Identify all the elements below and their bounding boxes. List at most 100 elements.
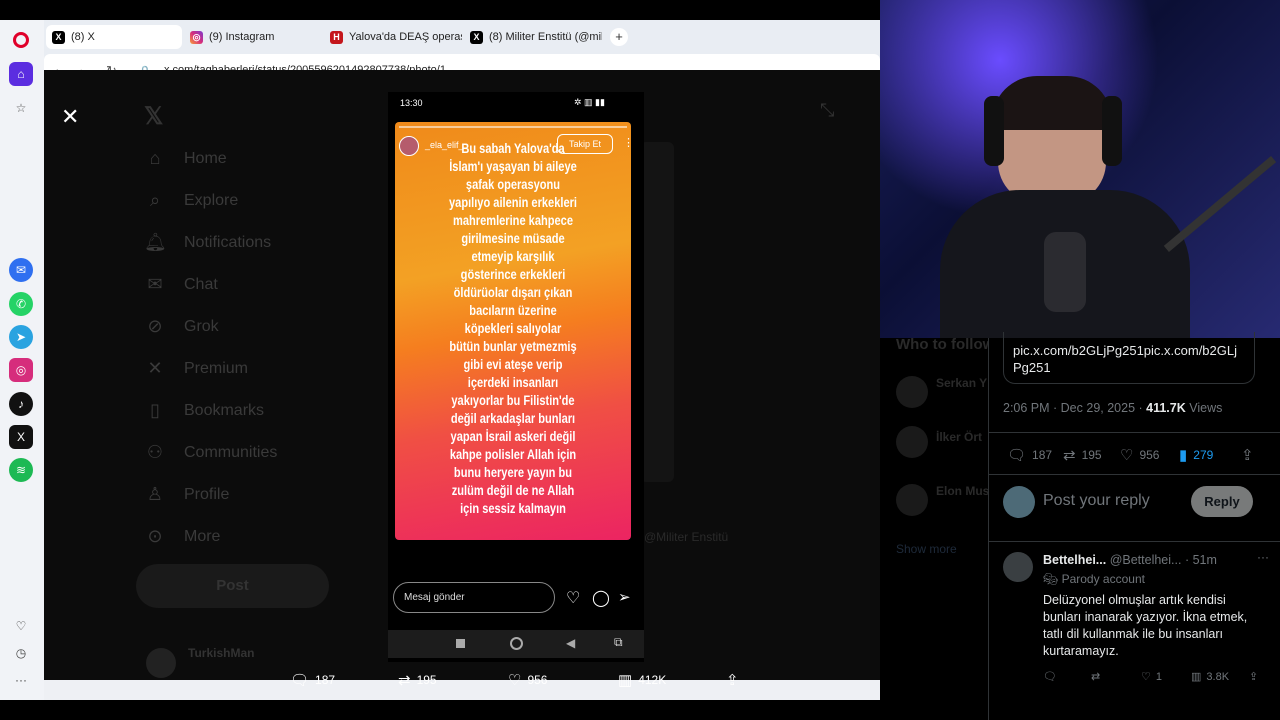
reply-input[interactable]: Post your reply [1043, 492, 1150, 510]
follow-suggestion-name[interactable]: Elon Mus [936, 484, 989, 498]
whatsapp-icon[interactable]: ✆ [9, 292, 33, 316]
kebab-menu-icon[interactable]: ⋮ [623, 136, 634, 149]
nav-notifications[interactable]: 🔔︎ Notifications [144, 232, 271, 253]
avatar[interactable] [896, 376, 928, 408]
reply-author-name[interactable]: Bettelhei... [1043, 553, 1106, 567]
avatar[interactable] [1003, 486, 1035, 518]
heart-icon: ♡ [1141, 671, 1151, 683]
reply-reply-stat[interactable]: 🗨︎ [1043, 670, 1057, 683]
telegram-icon[interactable]: ➤ [9, 325, 33, 349]
nav-premium[interactable]: ✕ Premium [144, 358, 248, 379]
reply-header: Bettelhei... @Bettelhei... · 51m [1043, 553, 1217, 567]
tab-militer[interactable]: X (8) Militer Enstitü (@milite [464, 25, 602, 49]
follow-suggestion-name[interactable]: Serkan Y [936, 376, 987, 390]
tab-instagram[interactable]: ◎ (9) Instagram [184, 25, 320, 49]
share-icon[interactable]: ⇪ [1241, 446, 1254, 464]
tweet-detail-panel: pic.x.com/b2GLjPg251pic.x.com/b2GLjPg251… [988, 332, 1280, 720]
avatar[interactable] [896, 484, 928, 516]
x-logo-icon[interactable]: X [9, 425, 33, 449]
expand-icon[interactable]: ⤡ [820, 100, 834, 121]
reply-author-handle[interactable]: @Bettelhei... [1110, 553, 1182, 567]
message-input[interactable]: Mesaj gönder [393, 582, 555, 613]
avatar[interactable] [896, 426, 928, 458]
tiktok-icon[interactable]: ♪ [9, 392, 33, 416]
recents-icon[interactable] [456, 639, 465, 648]
comment-icon: 🗨︎ [1043, 671, 1057, 683]
send-icon[interactable]: ➢ [618, 588, 631, 606]
close-icon[interactable]: ✕ [61, 104, 79, 130]
nav-explore[interactable]: ⌕ Explore [144, 190, 238, 211]
home-icon[interactable]: ⌂ [9, 62, 33, 86]
show-more-link[interactable]: Show more [896, 542, 957, 556]
post-button[interactable]: Post [136, 564, 329, 608]
heart-icon: ♡ [508, 672, 522, 689]
opera-sidebar: ⌂ ☆ ✉ ✆ ➤ ◎ ♪ X ≋ ♡ ◷ ··· [0, 20, 44, 700]
reply-stat[interactable]: 🗨︎ 187 [1007, 446, 1052, 464]
repost-icon: ⇄ [1091, 671, 1101, 683]
star-icon[interactable]: ☆ [9, 96, 33, 120]
nav-grok[interactable]: ⊘ Grok [144, 316, 218, 337]
x-logo-icon: X [52, 30, 65, 44]
tab-label: (8) X [71, 31, 95, 43]
nav-home[interactable]: ⌂ Home [144, 148, 227, 169]
sticker-icon[interactable]: ⧉ [614, 635, 623, 650]
home-circle-icon[interactable] [510, 637, 523, 650]
nav-chat[interactable]: ✉ Chat [144, 274, 217, 295]
x-premium-icon: ✕ [147, 358, 163, 378]
avatar[interactable] [1003, 552, 1033, 582]
reply-like-stat[interactable]: ♡ 1 [1141, 670, 1162, 684]
like-stat[interactable]: ♡ 956 [1120, 446, 1159, 464]
photo-repost-count[interactable]: ⇄ 195 [398, 671, 437, 689]
messenger-icon[interactable]: ✉ [9, 258, 33, 282]
reply-view-stat[interactable]: ▥ 3.8K [1191, 670, 1229, 684]
more-circle-icon: ⊙ [147, 526, 163, 546]
story-text: Bu sabah Yalova'da İslam'ı yaşayan bi ai… [449, 141, 577, 516]
avatar[interactable] [146, 648, 176, 678]
instagram-icon: ◎ [190, 30, 203, 44]
nav-bookmarks[interactable]: ▯ Bookmarks [144, 400, 264, 421]
heart-icon[interactable]: ♡ [566, 588, 580, 608]
link-card[interactable]: pic.x.com/b2GLjPg251pic.x.com/b2GLjPg251 [1003, 332, 1255, 384]
divider [989, 432, 1280, 433]
nav-more[interactable]: ⊙ More [144, 526, 220, 547]
repost-icon: ⇄ [398, 672, 411, 689]
story-progress [399, 126, 627, 128]
heart-icon[interactable]: ♡ [9, 614, 33, 638]
headphone-left [984, 96, 1004, 166]
share-icon[interactable]: ⇪ [1249, 670, 1258, 683]
nav-communities[interactable]: ⚇ Communities [144, 442, 277, 463]
more-icon[interactable]: ··· [1257, 550, 1269, 564]
android-nav-bar: ◀ ⧉ [388, 630, 644, 658]
photo-view-count[interactable]: ▥ 412K [618, 671, 666, 689]
tab-label: (8) Militer Enstitü (@milite [489, 31, 602, 43]
right-column: Who to follow Serkan Y İlker Ört Elon Mu… [880, 0, 1280, 720]
comment-icon[interactable]: ◯ [592, 588, 610, 608]
history-icon[interactable]: ◷ [9, 641, 33, 665]
opera-logo-icon[interactable] [13, 32, 29, 48]
link-text[interactable]: pic.x.com/b2GLjPg251pic.x.com/b2GLjPg251 [1013, 342, 1243, 376]
tab-x[interactable]: X (8) X [46, 25, 182, 49]
nav-profile[interactable]: ♙ Profile [144, 484, 229, 505]
people-icon: ⚇ [146, 442, 164, 462]
timestamp[interactable]: 2:06 PM · Dec 29, 2025 · [1003, 401, 1146, 415]
photo-reply-count[interactable]: 🗨︎ 187 [290, 671, 335, 689]
person-icon: ♙ [146, 484, 164, 504]
share-icon[interactable]: ⇪ [726, 671, 739, 689]
reply-repost-stat[interactable]: ⇄ [1091, 670, 1100, 683]
webcam-overlay [880, 0, 1280, 338]
repost-stat[interactable]: ⇄ 195 [1063, 446, 1102, 464]
tab-yalova-news[interactable]: H Yalova'da DEAŞ operasyon [324, 25, 462, 49]
new-tab-button[interactable]: + [610, 28, 628, 46]
bookmark-stat[interactable]: ▮ 279 [1179, 446, 1213, 464]
more-icon[interactable]: ··· [9, 668, 33, 692]
tab-label: (9) Instagram [209, 31, 275, 43]
back-triangle-icon[interactable]: ◀ [566, 636, 575, 650]
photo-like-count[interactable]: ♡ 956 [508, 671, 547, 689]
instagram-icon[interactable]: ◎ [9, 358, 33, 382]
story-screenshot: 13:30 ✲ ▥ ▮▮ _ela_elif_ Takip Et ⋮ Bu sa… [388, 92, 644, 662]
story-card: _ela_elif_ Takip Et ⋮ Bu sabah Yalova'da… [395, 122, 634, 540]
reply-time[interactable]: · 51m [1185, 553, 1217, 567]
reply-button[interactable]: Reply [1191, 486, 1253, 517]
spotify-icon[interactable]: ≋ [9, 458, 33, 482]
follow-suggestion-name[interactable]: İlker Ört [936, 430, 982, 444]
